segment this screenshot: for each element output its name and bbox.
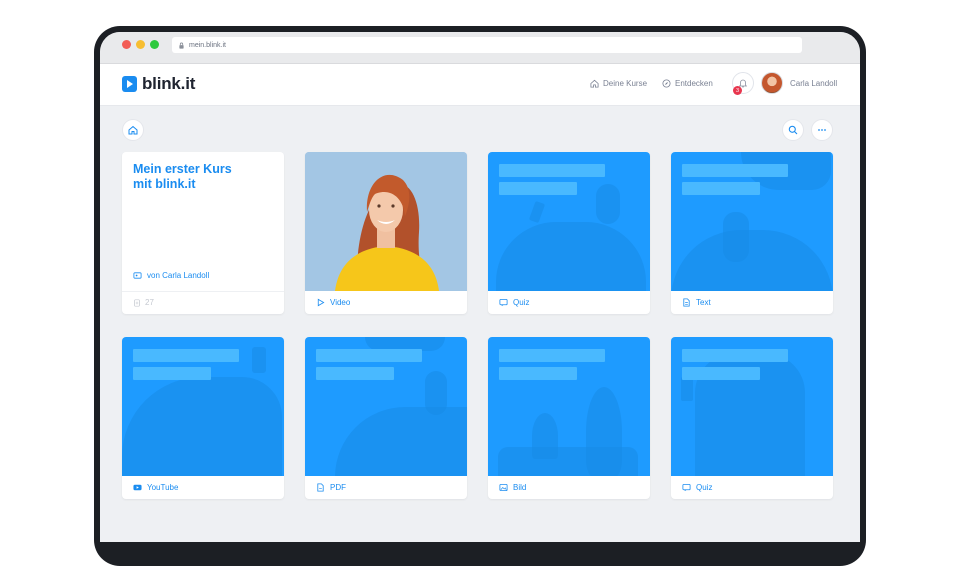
notifications-button[interactable]: 3 bbox=[732, 72, 754, 95]
cards-icon bbox=[134, 298, 140, 307]
illustration-shape bbox=[496, 222, 646, 291]
illustration-shape bbox=[425, 371, 447, 415]
search-button[interactable] bbox=[782, 119, 804, 141]
image-card[interactable]: Bild bbox=[488, 337, 650, 499]
course-title-line2: mit blink.it bbox=[133, 177, 196, 191]
course-author: von Carla Landoll bbox=[133, 271, 209, 280]
more-icon bbox=[818, 129, 826, 131]
lock-icon bbox=[179, 42, 184, 49]
quiz-card[interactable]: Quiz bbox=[488, 152, 650, 314]
maximize-window-dot[interactable] bbox=[150, 40, 159, 49]
portrait-image bbox=[305, 152, 467, 291]
nav-label: Entdecken bbox=[675, 79, 713, 88]
image-thumbnail bbox=[488, 337, 650, 476]
quiz-icon bbox=[499, 298, 508, 306]
illustration-shape bbox=[335, 407, 467, 476]
placeholder-bar bbox=[499, 182, 577, 195]
logo-icon bbox=[122, 76, 137, 92]
placeholder-bar bbox=[316, 367, 394, 380]
author-icon bbox=[133, 272, 142, 279]
card-footer: YouTube bbox=[122, 476, 284, 499]
avatar[interactable] bbox=[761, 72, 783, 94]
placeholder-bar bbox=[499, 164, 605, 177]
card-count: 27 bbox=[133, 298, 154, 307]
divider bbox=[122, 291, 284, 292]
card-footer: Quiz bbox=[488, 291, 650, 314]
url-text: mein.blink.it bbox=[189, 41, 226, 49]
illustration-shape bbox=[681, 377, 693, 401]
illustration-shape bbox=[723, 212, 749, 262]
card-footer: Quiz bbox=[671, 476, 833, 499]
card-type-label: YouTube bbox=[147, 483, 179, 492]
illustration-shape bbox=[528, 200, 546, 224]
quiz-card-2[interactable]: Quiz bbox=[671, 337, 833, 499]
more-button[interactable] bbox=[811, 119, 833, 141]
placeholder-bar bbox=[499, 367, 577, 380]
laptop-frame: mein.blink.it blink.it Deine Kurse Entde… bbox=[94, 26, 866, 566]
browser-chrome: mein.blink.it bbox=[100, 32, 860, 64]
video-thumbnail bbox=[305, 152, 467, 291]
nav-label: Deine Kurse bbox=[603, 79, 648, 88]
course-title-line1: Mein erster Kurs bbox=[133, 162, 232, 176]
youtube-icon bbox=[133, 484, 142, 491]
card-footer: PDF bbox=[305, 476, 467, 499]
text-card[interactable]: Text bbox=[671, 152, 833, 314]
address-bar[interactable]: mein.blink.it bbox=[172, 37, 802, 53]
quiz-thumbnail bbox=[488, 152, 650, 291]
play-icon bbox=[317, 298, 325, 307]
pdf-thumbnail bbox=[305, 337, 467, 476]
illustration-shape bbox=[498, 447, 638, 476]
user-name[interactable]: Carla Landoll bbox=[790, 79, 837, 88]
illustration-shape bbox=[252, 347, 266, 373]
card-type-label: Bild bbox=[513, 483, 527, 492]
placeholder-bar bbox=[682, 164, 788, 177]
count-label: 27 bbox=[145, 298, 154, 307]
nav-deine-kurse[interactable]: Deine Kurse bbox=[590, 79, 647, 88]
placeholder-bar bbox=[499, 349, 605, 362]
illustration-shape bbox=[671, 230, 833, 291]
quiz-thumbnail bbox=[671, 337, 833, 476]
card-type-label: PDF bbox=[330, 483, 346, 492]
card-footer: Video bbox=[305, 291, 467, 314]
compass-icon bbox=[662, 79, 671, 88]
placeholder-bar bbox=[133, 349, 239, 362]
illustration-shape bbox=[596, 184, 620, 224]
home-icon bbox=[128, 125, 138, 135]
logo-text: blink.it bbox=[142, 74, 196, 93]
placeholder-bar bbox=[316, 349, 422, 362]
screen: mein.blink.it blink.it Deine Kurse Entde… bbox=[100, 32, 860, 542]
close-window-dot[interactable] bbox=[122, 40, 131, 49]
pdf-icon bbox=[317, 483, 324, 492]
youtube-thumbnail bbox=[122, 337, 284, 476]
nav-entdecken[interactable]: Entdecken bbox=[662, 79, 713, 88]
card-type-label: Quiz bbox=[696, 483, 713, 492]
app-header: blink.it Deine Kurse Entdecken 3 Carla L… bbox=[100, 64, 860, 106]
course-title: Mein erster Kurs mit blink.it bbox=[133, 162, 273, 192]
video-card[interactable]: Video bbox=[305, 152, 467, 314]
pdf-card[interactable]: PDF bbox=[305, 337, 467, 499]
document-icon bbox=[683, 298, 690, 307]
notification-badge: 3 bbox=[733, 86, 742, 95]
quiz-icon bbox=[682, 483, 691, 491]
minimize-window-dot[interactable] bbox=[136, 40, 145, 49]
search-icon bbox=[788, 125, 798, 135]
placeholder-bar bbox=[682, 349, 788, 362]
author-label: von Carla Landoll bbox=[147, 271, 210, 280]
card-footer: Text bbox=[671, 291, 833, 314]
placeholder-bar bbox=[682, 367, 760, 380]
card-type-label: Quiz bbox=[513, 298, 530, 307]
text-thumbnail bbox=[671, 152, 833, 291]
card-footer: Bild bbox=[488, 476, 650, 499]
placeholder-bar bbox=[133, 367, 211, 380]
home-icon bbox=[590, 79, 599, 88]
image-icon bbox=[499, 483, 508, 492]
youtube-card[interactable]: YouTube bbox=[122, 337, 284, 499]
placeholder-bar bbox=[682, 182, 760, 195]
course-intro-card[interactable]: Mein erster Kurs mit blink.it von Carla … bbox=[122, 152, 284, 314]
logo[interactable]: blink.it bbox=[122, 74, 195, 94]
card-type-label: Video bbox=[330, 298, 351, 307]
card-type-label: Text bbox=[696, 298, 711, 307]
home-button[interactable] bbox=[122, 119, 144, 141]
illustration-shape bbox=[122, 377, 282, 476]
